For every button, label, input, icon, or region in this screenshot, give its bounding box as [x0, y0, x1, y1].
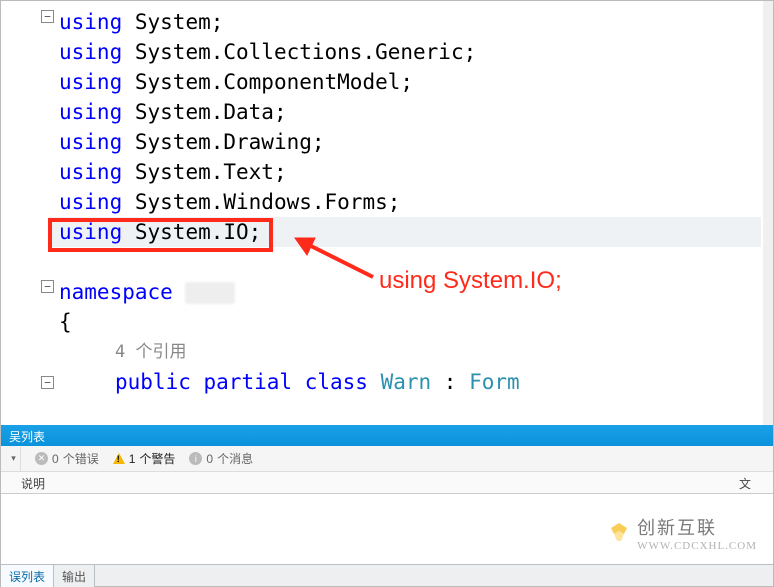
code-line: using System.Data;	[59, 97, 761, 127]
filter-dropdown[interactable]: ▾	[7, 447, 21, 471]
info-icon: i	[189, 452, 202, 465]
error-list-toolbar: ▾ ✕ 0 个错误 1 个警告 i 0 个消息	[1, 446, 773, 472]
code-editor[interactable]: − − − using System; using System.Collect…	[1, 1, 773, 425]
editor-scrollbar[interactable]	[763, 1, 773, 425]
code-line: using System.ComponentModel;	[59, 67, 761, 97]
tab-output[interactable]: 输出	[54, 565, 95, 587]
annotation-text: using System.IO;	[379, 266, 562, 296]
code-line: using System.Drawing;	[59, 127, 761, 157]
code-line: {	[59, 307, 761, 337]
code-line: using System.Windows.Forms;	[59, 187, 761, 217]
bottom-tab-strip: 误列表输出	[1, 564, 773, 586]
error-icon: ✕	[35, 452, 48, 465]
blurred-text	[185, 282, 235, 304]
column-file[interactable]: 文件	[729, 472, 773, 494]
warning-icon	[113, 453, 125, 464]
error-list-header: 说明 文件	[1, 472, 773, 494]
code-line: using System.Text;	[59, 157, 761, 187]
fold-toggle[interactable]: −	[41, 10, 54, 23]
warnings-filter[interactable]: 1 个警告	[113, 450, 176, 467]
code-line: using System;	[59, 7, 761, 37]
error-list-title: 吴列表	[1, 425, 773, 446]
red-highlight-box	[48, 218, 273, 252]
messages-filter[interactable]: i 0 个消息	[189, 450, 253, 467]
column-description[interactable]: 说明	[11, 472, 731, 494]
code-area[interactable]: using System; using System.Collections.G…	[59, 7, 761, 397]
fold-toggle[interactable]: −	[41, 376, 54, 389]
arrow-annotation	[291, 233, 381, 283]
tab-error-list[interactable]: 误列表	[1, 565, 54, 587]
fold-toggle[interactable]: −	[41, 280, 54, 293]
code-line: public partial class Warn : Form	[59, 367, 761, 397]
logo-icon	[607, 521, 631, 545]
errors-filter[interactable]: ✕ 0 个错误	[35, 450, 99, 467]
watermark: 创新互联 WWW.CDCXHL.COM	[607, 514, 757, 552]
code-line: using System.Collections.Generic;	[59, 37, 761, 67]
codelens-references[interactable]: 4 个引用	[59, 337, 761, 367]
editor-gutter: − − −	[1, 1, 59, 425]
